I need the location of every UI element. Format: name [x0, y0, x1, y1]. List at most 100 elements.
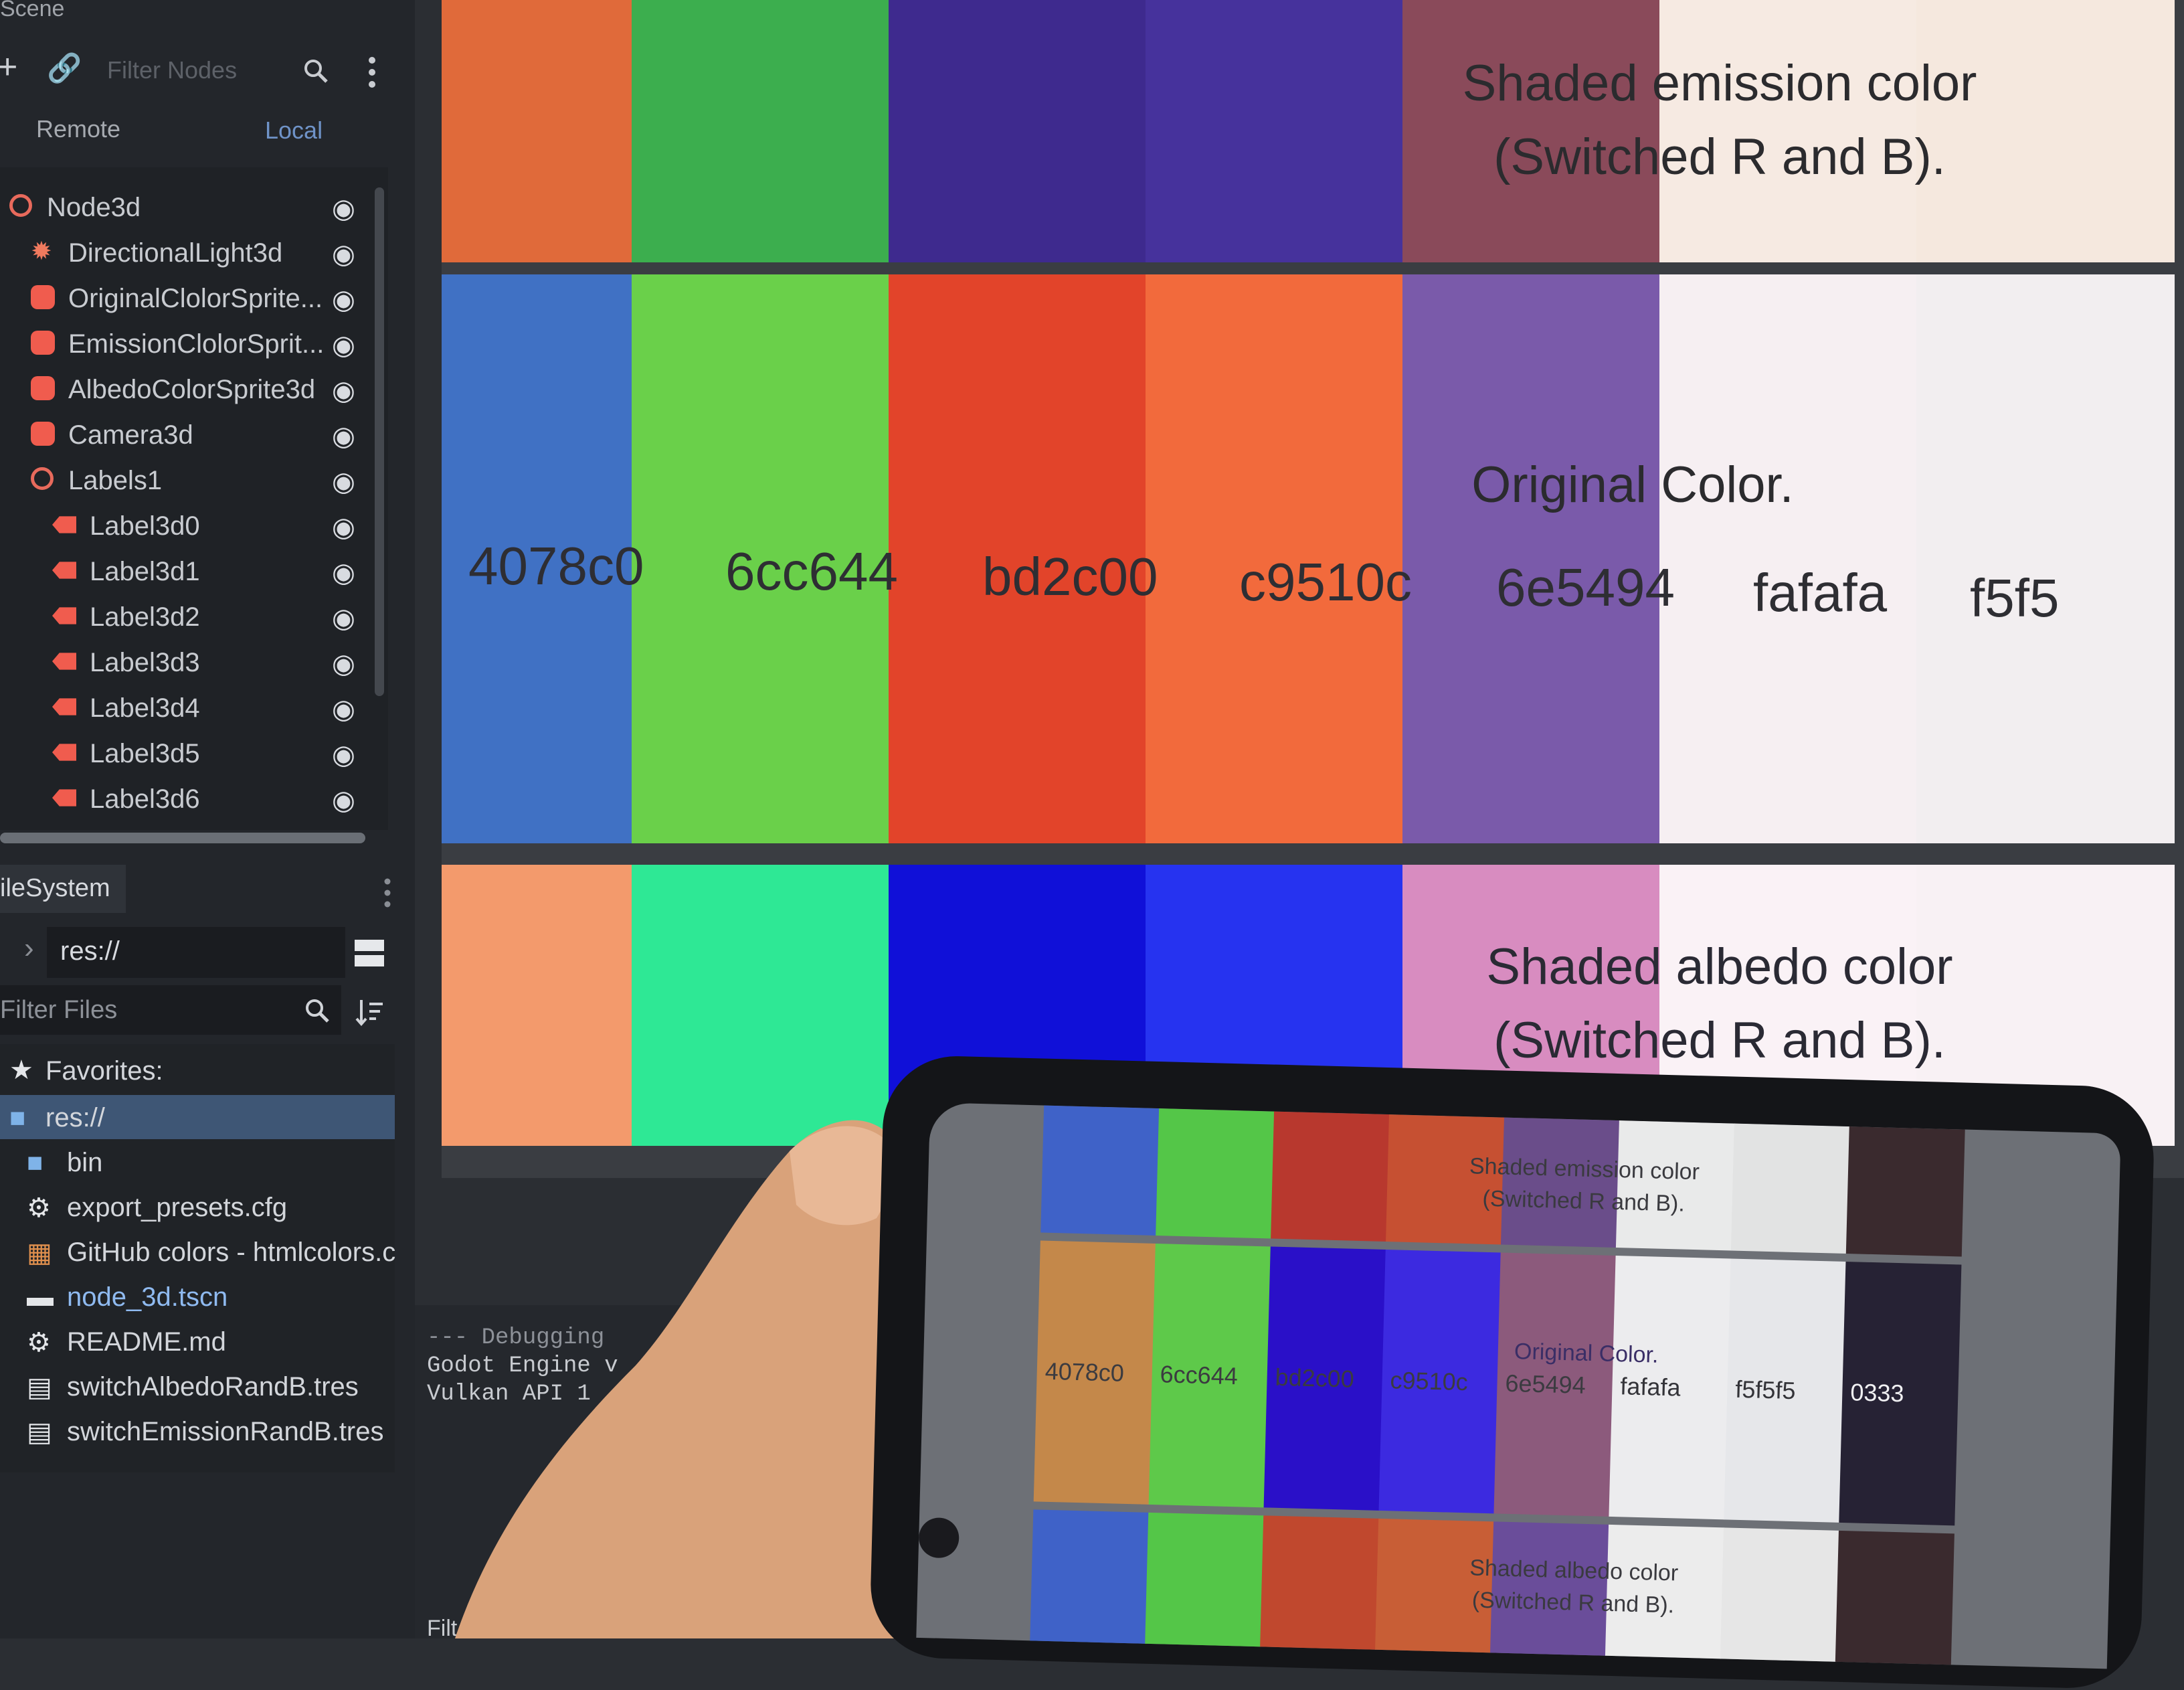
- scene-tree-item[interactable]: Label3d0 ◉: [0, 503, 375, 550]
- scene-dock-title-text: Scene: [0, 0, 65, 21]
- visibility-eye-icon[interactable]: ◉: [332, 469, 359, 495]
- color-strip: [889, 0, 1147, 268]
- split-view-icon[interactable]: [353, 937, 385, 969]
- chevron-right-icon[interactable]: ›: [24, 932, 34, 965]
- search-icon[interactable]: [304, 997, 331, 1024]
- filesystem-item-label: README.md: [67, 1327, 226, 1357]
- visibility-eye-icon[interactable]: ◉: [332, 195, 359, 222]
- scene-tree-item-label: DirectionalLight3d: [68, 238, 283, 268]
- phone-color-strip: [1145, 1512, 1265, 1650]
- tab-filesystem[interactable]: ileSystem: [0, 865, 126, 913]
- gear-icon: ⚙: [27, 1193, 51, 1223]
- filesystem-path-input[interactable]: res://: [47, 927, 345, 978]
- phone-color-strip: [1040, 1105, 1160, 1236]
- node3d-icon: [31, 467, 54, 490]
- filesystem-item[interactable]: ⚙ export_presets.cfg: [0, 1185, 395, 1229]
- scene-tree-item[interactable]: Label3d5 ◉: [0, 731, 375, 778]
- tab-local[interactable]: Local: [265, 116, 323, 145]
- hex-color-label: f5f5: [1970, 568, 2060, 628]
- visibility-eye-icon[interactable]: ◉: [332, 787, 359, 814]
- visibility-eye-icon[interactable]: ◉: [332, 742, 359, 768]
- visibility-eye-icon[interactable]: ◉: [332, 696, 359, 723]
- color-strip: [1916, 274, 2175, 843]
- label-icon: [52, 516, 76, 533]
- band-divider: [442, 845, 2184, 865]
- filter-files-input[interactable]: Filter Files: [0, 985, 341, 1035]
- hex-color-label: fafafa: [1753, 563, 1888, 622]
- visibility-eye-icon[interactable]: ◉: [332, 560, 359, 586]
- filesystem-item[interactable]: ⚙ README.md: [0, 1319, 395, 1363]
- filesystem-item-label: res://: [46, 1103, 105, 1132]
- phone-color-strip: [1835, 1530, 1954, 1668]
- filesystem-item[interactable]: ■ bin: [0, 1140, 395, 1184]
- visibility-eye-icon[interactable]: ◉: [332, 286, 359, 313]
- scene-tree-item[interactable]: Node3d ◉: [0, 185, 375, 232]
- sprite-icon: [31, 376, 55, 400]
- phone-hex-label: f5f5f5: [1734, 1375, 1797, 1405]
- folder-icon: ■: [27, 1148, 43, 1177]
- visibility-eye-icon[interactable]: ◉: [332, 605, 359, 632]
- scene-tree-item[interactable]: Label3d1 ◉: [0, 549, 375, 596]
- scene-tree-item[interactable]: Camera3d ◉: [0, 412, 375, 459]
- scene-tree-item[interactable]: EmissionClolorSprit... ◉: [0, 321, 375, 368]
- filesystem-item-label: switchAlbedoRandB.tres: [67, 1372, 359, 1402]
- visibility-eye-icon[interactable]: ◉: [332, 241, 359, 268]
- tree-horizontal-scrollbar[interactable]: [0, 833, 365, 843]
- phone-hex-label: 6e5494: [1505, 1369, 1586, 1399]
- visibility-eye-icon[interactable]: ◉: [332, 651, 359, 677]
- label-icon: [52, 562, 76, 579]
- visibility-eye-icon[interactable]: ◉: [332, 423, 359, 450]
- scene-tree-item[interactable]: Label3d3 ◉: [0, 640, 375, 687]
- color-strip: [442, 0, 633, 268]
- link-icon[interactable]: 🔗: [47, 52, 82, 85]
- phone-screen: Shaded emission color (Switched R and B)…: [916, 1102, 2121, 1669]
- label-icon: [52, 789, 76, 807]
- hex-color-label: 6e5494: [1496, 558, 1675, 617]
- visibility-eye-icon[interactable]: ◉: [332, 514, 359, 541]
- label-icon: [52, 607, 76, 624]
- phone-hex-label: bd2c00: [1275, 1363, 1355, 1393]
- filesystem-item[interactable]: ■ res://: [0, 1095, 395, 1139]
- hex-color-label: 4078c0: [468, 536, 644, 596]
- phone-hex-label: c9510c: [1390, 1366, 1469, 1396]
- filesystem-path-value: res://: [60, 936, 120, 966]
- filter-files-placeholder: Filter Files: [0, 996, 118, 1024]
- visibility-eye-icon[interactable]: ◉: [332, 332, 359, 359]
- scene-tree-item[interactable]: AlbedoColorSprite3d ◉: [0, 367, 375, 414]
- scene-icon: ▬: [27, 1282, 54, 1312]
- kebab-menu-icon[interactable]: [367, 56, 377, 88]
- filesystem-item[interactable]: ▤ switchEmissionRandB.tres: [0, 1409, 395, 1453]
- filter-nodes-input[interactable]: Filter Nodes: [87, 52, 288, 88]
- tab-remote[interactable]: Remote: [36, 115, 120, 143]
- add-node-icon[interactable]: +: [0, 47, 17, 87]
- scene-tree-item[interactable]: Label3d2 ◉: [0, 594, 375, 641]
- scene-tree-item[interactable]: Label3d4 ◉: [0, 685, 375, 732]
- filesystem-item[interactable]: ▤ switchAlbedoRandB.tres: [0, 1364, 395, 1408]
- scene-tree-item-label: AlbedoColorSprite3d: [68, 375, 316, 404]
- color-strip: [1659, 274, 1918, 843]
- scene-tree-item-label: Labels1: [68, 466, 163, 495]
- hex-color-label: c9510c: [1239, 552, 1412, 612]
- scene-tree-item-label: Label3d5: [90, 739, 200, 768]
- albedo-caption: Shaded albedo color (Switched R and B).: [1486, 938, 1953, 1069]
- phone-hex-label: 4078c0: [1044, 1357, 1125, 1387]
- phone-color-strip: [1156, 1108, 1275, 1239]
- scene-tree-item[interactable]: Label3d6 ◉: [0, 776, 375, 823]
- scene-tree-item[interactable]: Labels1 ◉: [0, 458, 375, 505]
- filesystem-item[interactable]: ▦ GitHub colors - htmlcolors.c: [0, 1230, 395, 1274]
- 3d-viewport[interactable]: Shaded emission color (Switched R and B)…: [442, 0, 2184, 1178]
- scene-tree-item-label: Label3d3: [90, 648, 200, 677]
- filesystem-item[interactable]: ▬ node_3d.tscn: [0, 1274, 395, 1319]
- visibility-eye-icon[interactable]: ◉: [332, 377, 359, 404]
- scene-toolbar: + 🔗 Filter Nodes: [0, 40, 401, 100]
- filesystem-item-label: GitHub colors - htmlcolors.c: [67, 1238, 396, 1267]
- scene-tree-item[interactable]: ✹ DirectionalLight3d ◉: [0, 230, 375, 277]
- search-icon[interactable]: [302, 58, 329, 84]
- filesystem-item-label: export_presets.cfg: [67, 1193, 288, 1222]
- tree-scrollbar[interactable]: [375, 187, 384, 696]
- label-icon: [52, 744, 76, 761]
- filesystem-menu-icon[interactable]: [383, 878, 392, 908]
- color-strip: [632, 0, 890, 268]
- scene-tree-item[interactable]: OriginalClolorSprite... ◉: [0, 276, 375, 323]
- sort-icon[interactable]: [355, 997, 384, 1027]
